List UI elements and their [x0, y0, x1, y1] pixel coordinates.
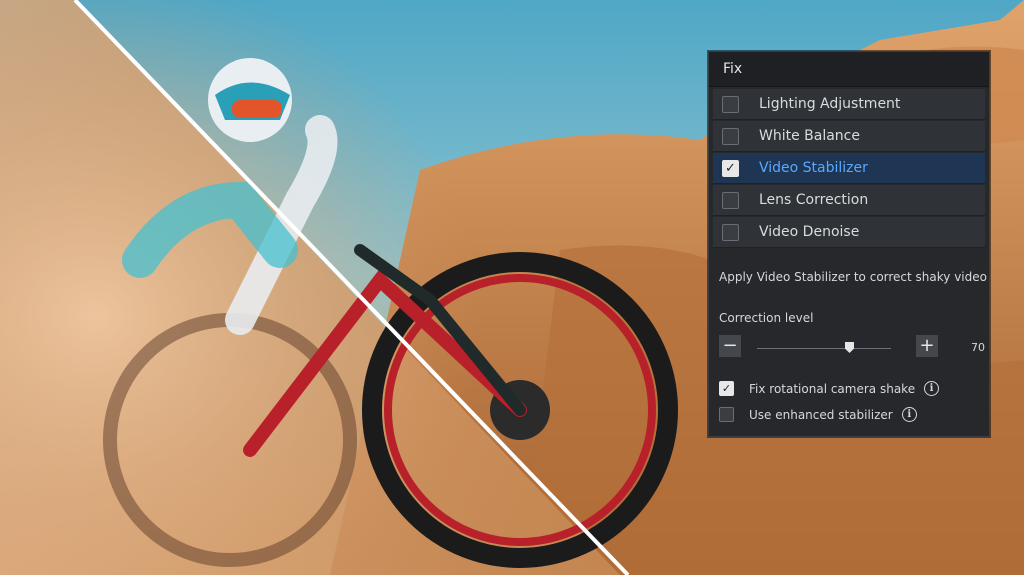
checkbox[interactable] — [722, 127, 739, 145]
option-fix-rotational-shake[interactable]: ✓ Fix rotational camera shake i — [719, 381, 940, 396]
fix-item-label: Lens Correction — [759, 192, 869, 208]
panel-title: Fix — [709, 52, 989, 87]
option-label: Fix rotational camera shake — [749, 381, 916, 396]
checkmark-icon: ✓ — [725, 160, 736, 176]
info-icon[interactable]: i — [924, 381, 940, 396]
checkbox[interactable] — [719, 407, 734, 422]
option-label: Use enhanced stabilizer — [749, 407, 893, 422]
fix-panel: Fix Lighting Adjustment White Balance ✓ … — [708, 51, 990, 437]
fix-item-white-balance[interactable]: White Balance — [713, 121, 985, 152]
decrease-button[interactable]: − — [719, 335, 741, 357]
fix-item-label: Lighting Adjustment — [759, 96, 901, 112]
fix-item-video-stabilizer[interactable]: ✓ Video Stabilizer — [713, 153, 985, 184]
fix-item-label: Video Denoise — [759, 224, 860, 240]
checkbox[interactable] — [722, 223, 739, 241]
checkbox-checked[interactable]: ✓ — [722, 159, 739, 177]
checkbox[interactable] — [722, 191, 739, 209]
fix-item-label: Video Stabilizer — [759, 160, 868, 176]
checkbox-checked[interactable]: ✓ — [719, 381, 734, 396]
increase-button[interactable]: + — [916, 335, 938, 357]
info-icon[interactable]: i — [901, 407, 917, 422]
minus-icon: − — [722, 335, 738, 356]
fix-item-label: White Balance — [759, 128, 860, 144]
correction-level-value: 70 — [971, 341, 985, 354]
checkmark-icon: ✓ — [721, 382, 732, 395]
checkbox[interactable] — [722, 95, 739, 113]
correction-slider-track[interactable] — [757, 348, 891, 349]
correction-slider-thumb[interactable] — [845, 342, 854, 353]
stabilizer-description: Apply Video Stabilizer to correct shaky … — [719, 270, 987, 284]
correction-level-label: Correction level — [719, 311, 814, 325]
fix-list: Lighting Adjustment White Balance ✓ Vide… — [709, 87, 989, 248]
plus-icon: + — [919, 335, 935, 356]
fix-item-video-denoise[interactable]: Video Denoise — [713, 217, 985, 248]
option-enhanced-stabilizer[interactable]: Use enhanced stabilizer i — [719, 407, 917, 422]
fix-item-lens-correction[interactable]: Lens Correction — [713, 185, 985, 216]
fix-item-lighting-adjustment[interactable]: Lighting Adjustment — [713, 89, 985, 120]
